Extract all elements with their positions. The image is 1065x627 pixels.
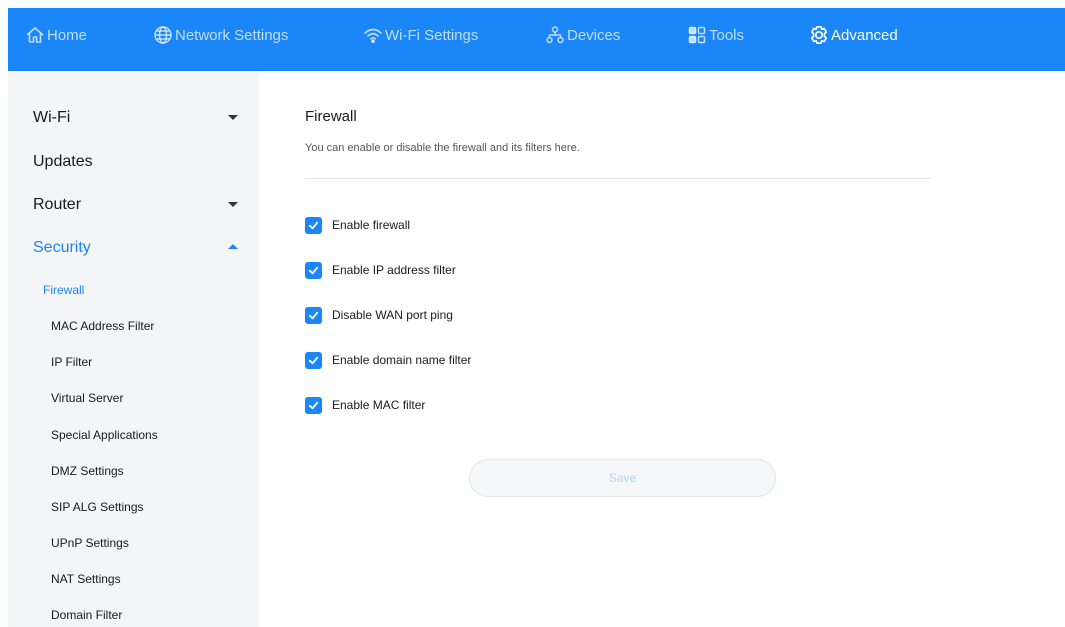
chevron-up-icon [228,244,238,249]
checkbox-label: Enable domain name filter [332,353,472,367]
checkbox-label: Enable MAC filter [332,398,426,412]
sidebar-subitem-label: Firewall [43,283,85,297]
sidebar-subitem-label: UPnP Settings [51,536,129,550]
checkbox-label: Disable WAN port ping [332,308,453,322]
sidebar-subitem-domain-filter[interactable]: Domain Filter [51,604,251,626]
sidebar-subitem-ip-filter[interactable]: IP Filter [51,351,251,373]
nav-label-advanced: Advanced [831,26,898,44]
sidebar-subitem-mac-address-filter[interactable]: MAC Address Filter [51,315,251,337]
sidebar-subitem-upnp-settings[interactable]: UPnP Settings [51,532,251,554]
globe-icon [153,25,173,45]
sidebar-item-label: Security [33,239,91,256]
sidebar-item-wifi[interactable]: Wi-Fi [33,103,238,133]
sidebar-subitem-sip-alg-settings[interactable]: SIP ALG Settings [51,496,251,518]
checkbox-checked-icon[interactable] [305,261,322,279]
nav-label-devices: Devices [567,26,621,44]
sidebar-item-label: Router [33,196,82,213]
nav-devices[interactable]: Devices [545,8,620,62]
sidebar-subitem-label: IP Filter [51,355,93,369]
sidebar-item-security[interactable]: Security [33,233,238,263]
checkbox-label: Enable firewall [332,218,411,232]
top-nav-bar: Home Network Settings Wi-Fi Settings Dev… [8,8,1065,71]
nav-label-network-settings: Network Settings [175,26,289,44]
sidebar-subitem-label: Virtual Server [51,391,124,405]
checkbox-checked-icon[interactable] [305,306,322,324]
page-description: You can enable or disable the firewall a… [305,142,580,154]
sidebar-subitem-dmz-settings[interactable]: DMZ Settings [51,460,251,482]
divider [305,178,931,179]
nav-label-wifi-settings: Wi-Fi Settings [385,26,479,44]
nav-network-settings[interactable]: Network Settings [153,8,288,62]
home-icon [25,25,45,45]
checkbox-checked-icon[interactable] [305,351,322,369]
gear-icon [809,25,829,45]
sidebar-item-label: Wi-Fi [33,109,71,126]
sidebar-subitem-virtual-server[interactable]: Virtual Server [51,387,251,409]
checkbox-checked-icon[interactable] [305,396,322,414]
sidebar-subitem-label: DMZ Settings [51,464,124,478]
nav-wifi-settings[interactable]: Wi-Fi Settings [363,8,478,62]
nav-label-home: Home [47,26,88,44]
enable-domain-name-filter-checkbox[interactable]: Enable domain name filter [305,351,471,369]
sidebar-subitem-label: Special Applications [51,428,158,442]
sidebar-subitem-label: NAT Settings [51,572,121,586]
checkbox-checked-icon[interactable] [305,216,322,234]
sidebar-subitem-label: SIP ALG Settings [51,500,144,514]
save-button[interactable]: Save [469,459,776,497]
sidebar-item-updates[interactable]: Updates [33,147,238,177]
tools-icon [687,25,707,45]
sidebar-item-label: Updates [33,153,93,170]
enable-ip-address-filter-checkbox[interactable]: Enable IP address filter [305,261,456,279]
sidebar-subitem-label: Domain Filter [51,608,123,622]
checkbox-label: Enable IP address filter [332,263,456,277]
nav-label-tools: Tools [709,26,745,44]
page-title: Firewall [305,108,357,125]
disable-wan-port-ping-checkbox[interactable]: Disable WAN port ping [305,306,453,324]
wifi-icon [363,25,383,45]
sidebar-subitem-nat-settings[interactable]: NAT Settings [51,568,251,590]
sidebar-subitem-label: MAC Address Filter [51,319,155,333]
sidebar-subitem-firewall[interactable]: Firewall [43,279,243,301]
sidebar-subitem-special-applications[interactable]: Special Applications [51,424,251,446]
sidebar-item-router[interactable]: Router [33,190,238,220]
enable-mac-filter-checkbox[interactable]: Enable MAC filter [305,396,425,414]
chevron-down-icon [228,202,238,207]
enable-firewall-checkbox[interactable]: Enable firewall [305,216,410,234]
nav-home[interactable]: Home [25,8,87,62]
nav-tools[interactable]: Tools [687,8,744,62]
devices-icon [545,25,565,45]
nav-advanced[interactable]: Advanced [809,8,898,62]
chevron-down-icon [228,115,238,120]
